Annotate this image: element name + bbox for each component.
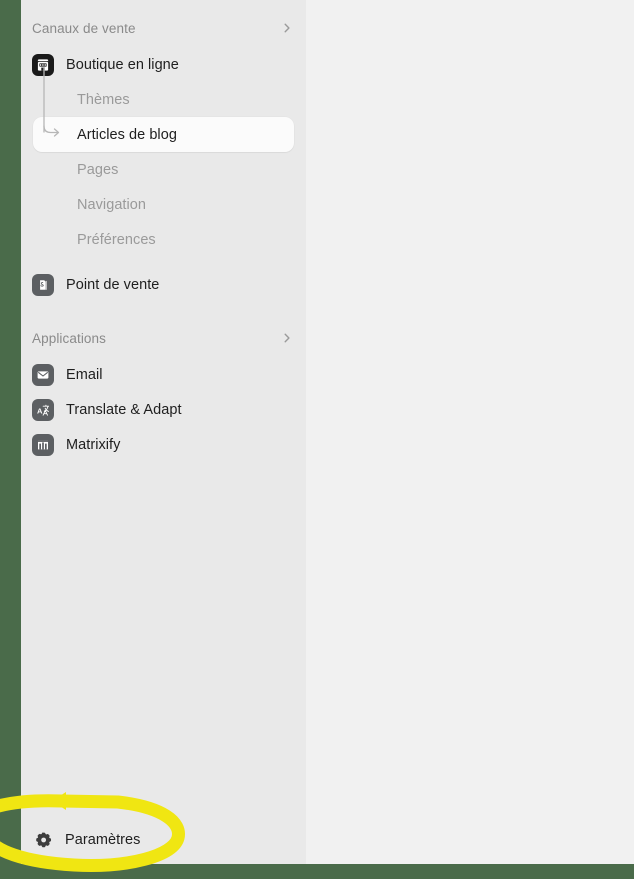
sidebar-subitem-label: Pages	[77, 161, 119, 178]
sidebar-item-label: Translate & Adapt	[66, 401, 182, 418]
sidebar-subitem-preferences[interactable]: Préférences	[33, 222, 294, 257]
sidebar-subitem-label: Thèmes	[77, 91, 130, 108]
section-canaux-de-vente: Canaux de vente Boutique en ligne Thèmes…	[21, 13, 306, 302]
sidebar-item-matrixify[interactable]: Matrixify	[21, 427, 306, 462]
envelope-icon	[32, 363, 54, 386]
section-header-applications[interactable]: Applications	[21, 323, 306, 353]
sidebar-item-label: Email	[66, 366, 103, 383]
sidebar-subitem-navigation[interactable]: Navigation	[33, 187, 294, 222]
gear-icon	[33, 830, 53, 850]
svg-text:A: A	[37, 406, 43, 415]
section-title: Canaux de vente	[32, 20, 136, 36]
matrixify-icon	[32, 433, 54, 456]
sidebar-item-parametres[interactable]: Paramètres	[21, 822, 306, 857]
chevron-right-icon[interactable]	[278, 19, 296, 37]
sidebar-subitem-label: Articles de blog	[77, 126, 177, 143]
sidebar-item-point-de-vente[interactable]: Point de vente	[21, 267, 306, 302]
sidebar-subitem-articles-de-blog[interactable]: Articles de blog	[33, 117, 294, 152]
chevron-right-icon[interactable]	[278, 329, 296, 347]
screenshot-root: Canaux de vente Boutique en ligne Thèmes…	[0, 0, 634, 879]
section-header-canaux-de-vente[interactable]: Canaux de vente	[21, 13, 306, 43]
section-applications: Applications Email A Translate & Adapt M…	[21, 323, 306, 462]
point-of-sale-icon	[32, 273, 54, 296]
section-title: Applications	[32, 330, 106, 346]
sidebar-navigation: Canaux de vente Boutique en ligne Thèmes…	[21, 0, 306, 864]
sidebar-item-email[interactable]: Email	[21, 357, 306, 392]
sidebar-subitem-pages[interactable]: Pages	[33, 152, 294, 187]
sidebar-item-label: Boutique en ligne	[66, 56, 179, 73]
left-green-rail	[0, 0, 21, 864]
sidebar-item-label: Paramètres	[65, 831, 141, 848]
sidebar-subitem-label: Navigation	[77, 196, 147, 213]
sidebar-subitem-themes[interactable]: Thèmes	[33, 82, 294, 117]
sidebar-subitem-label: Préférences	[77, 231, 156, 248]
translate-icon: A	[32, 398, 54, 421]
bottom-green-rail	[0, 864, 634, 879]
sidebar-item-translate-and-adapt[interactable]: A Translate & Adapt	[21, 392, 306, 427]
content-pane	[306, 0, 634, 864]
sidebar-item-boutique-en-ligne[interactable]: Boutique en ligne	[21, 47, 306, 82]
sidebar-item-label: Point de vente	[66, 276, 160, 293]
online-store-icon	[32, 53, 54, 76]
sidebar-item-label: Matrixify	[66, 436, 121, 453]
